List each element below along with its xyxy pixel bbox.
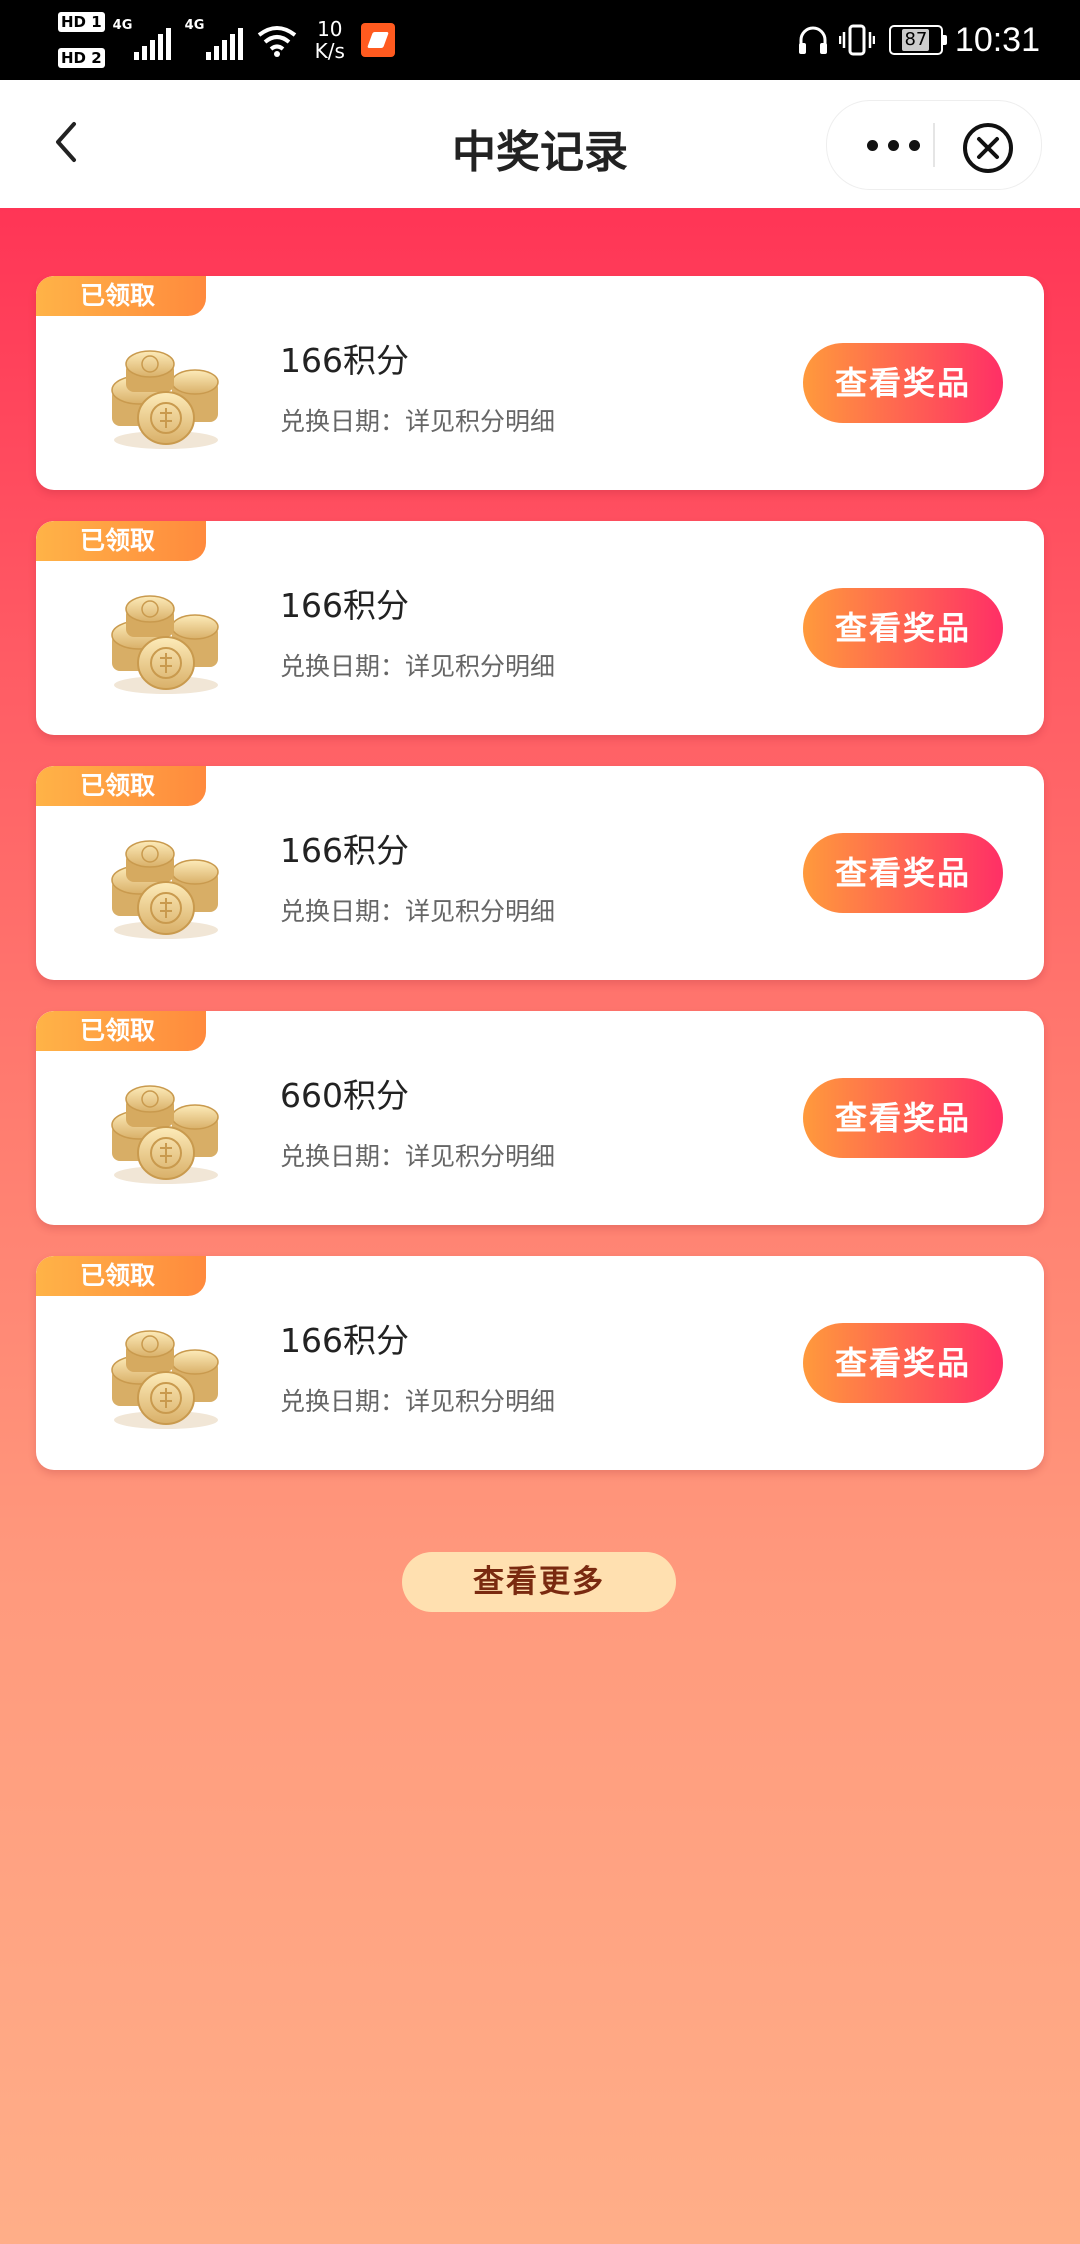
status-right: 87 10:31 (797, 0, 1040, 80)
signal-2-icon: 4G (184, 18, 243, 60)
view-prize-button[interactable]: 查看奖品 (803, 588, 1003, 668)
vibrate-icon (838, 24, 875, 56)
clock: 10:31 (954, 20, 1040, 59)
status-left: HD 1 HD 2 4G 4G 10 K/s (58, 12, 395, 68)
hd2-badge: HD 2 (58, 48, 105, 68)
record-card: 已领取 166积分 兑换日期：详见积分明细 查看奖品 (36, 1256, 1044, 1470)
network-speed: 10 K/s (315, 18, 345, 62)
prize-name: 166积分 (280, 586, 409, 625)
claimed-badge: 已领取 (36, 276, 206, 316)
coins-icon (111, 1330, 219, 1429)
nav-header: 中奖记录 (0, 80, 1080, 208)
record-card: 已领取 166积分 兑换日期：详见积分明细 查看奖品 (36, 766, 1044, 980)
prize-name: 166积分 (280, 341, 409, 380)
hd-indicators: HD 1 HD 2 (58, 12, 105, 68)
claimed-badge: 已领取 (36, 521, 206, 561)
coins-icon (111, 840, 219, 939)
app-notification-icon (360, 23, 395, 57)
claimed-badge: 已领取 (36, 1011, 206, 1051)
exchange-date: 兑换日期：详见积分明细 (280, 1387, 556, 1416)
view-prize-button[interactable]: 查看奖品 (803, 833, 1003, 913)
prize-name: 166积分 (280, 831, 409, 870)
network-type-1: 4G (112, 18, 133, 33)
exchange-date: 兑换日期：详见积分明细 (280, 407, 556, 436)
view-prize-button[interactable]: 查看奖品 (803, 343, 1003, 423)
view-prize-button[interactable]: 查看奖品 (803, 1323, 1003, 1403)
coins-icon (111, 350, 219, 449)
network-type-2: 4G (184, 18, 205, 33)
exchange-date: 兑换日期：详见积分明细 (280, 897, 556, 926)
battery-level: 87 (902, 29, 930, 51)
speed-unit: K/s (314, 39, 345, 63)
speed-value: 10 (317, 17, 343, 41)
records-page: 已领取 166积分 兑换日期：详见积分明细 查看奖品 已领取 166积分 兑换日… (0, 208, 1080, 2244)
status-bar: HD 1 HD 2 4G 4G 10 K/s 87 10:31 (0, 0, 1080, 80)
record-card: 已领取 166积分 兑换日期：详见积分明细 查看奖品 (36, 521, 1044, 735)
coins-icon (111, 1085, 219, 1184)
exchange-date: 兑换日期：详见积分明细 (280, 652, 556, 681)
view-more-button[interactable]: 查看更多 (402, 1552, 676, 1612)
battery-icon: 87 (888, 25, 947, 55)
record-card: 已领取 660积分 兑换日期：详见积分明细 查看奖品 (36, 1011, 1044, 1225)
hd1-badge: HD 1 (58, 12, 105, 32)
headphones-icon (798, 26, 827, 54)
signal-1-icon: 4G (112, 18, 171, 60)
coins-icon (111, 595, 219, 694)
view-prize-button[interactable]: 查看奖品 (803, 1078, 1003, 1158)
claimed-badge: 已领取 (36, 1256, 206, 1296)
exchange-date: 兑换日期：详见积分明细 (280, 1142, 556, 1171)
close-circle-icon[interactable] (961, 121, 1015, 175)
more-dots-icon[interactable] (853, 123, 933, 167)
prize-name: 166积分 (280, 1321, 409, 1360)
claimed-badge: 已领取 (36, 766, 206, 806)
capsule-divider (933, 123, 935, 167)
mini-program-capsule (826, 100, 1042, 190)
wifi-icon (257, 26, 296, 57)
record-card: 已领取 166积分 兑换日期：详见积分明细 查看奖品 (36, 276, 1044, 490)
prize-name: 660积分 (280, 1076, 409, 1115)
